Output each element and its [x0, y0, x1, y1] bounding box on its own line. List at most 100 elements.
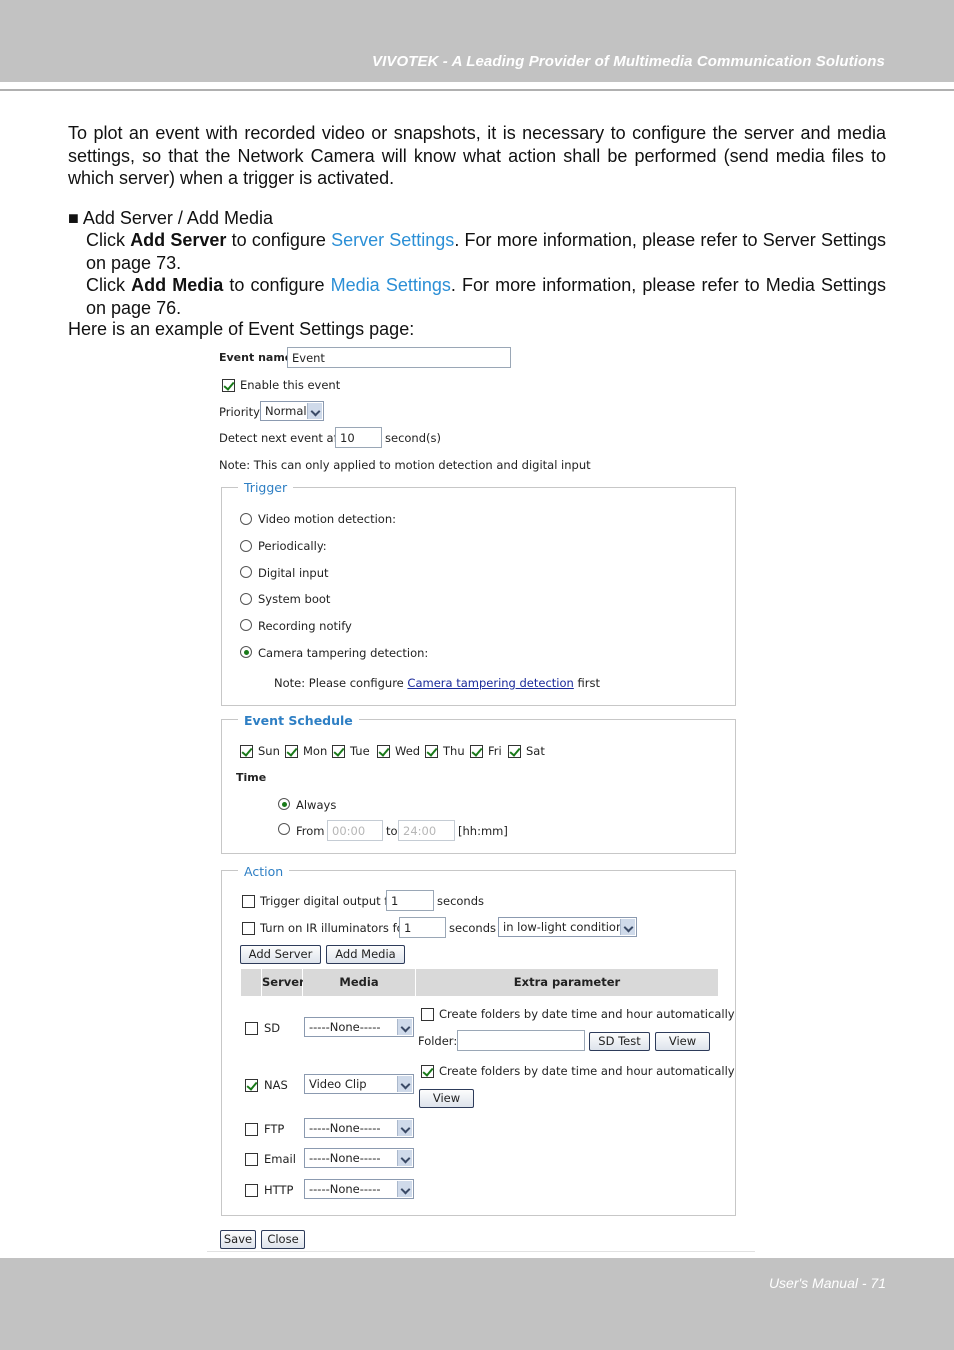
sd-create-folders-checkbox[interactable] [421, 1008, 434, 1021]
priority-label: Priority: [219, 405, 263, 419]
from-time-input[interactable]: 00:00 [327, 820, 383, 841]
trigger-radio-periodically[interactable] [240, 540, 252, 552]
media-select-email[interactable]: -----None----- [304, 1148, 414, 1168]
trigger-radio-system-boot[interactable] [240, 593, 252, 605]
day-checkbox-mon[interactable] [285, 745, 298, 758]
day-label: Sun [258, 744, 280, 758]
day-label: Wed [395, 744, 421, 758]
server-name: HTTP [264, 1183, 294, 1197]
day-checkbox-wed[interactable] [377, 745, 390, 758]
schedule-legend: Event Schedule [238, 713, 359, 728]
day-label: Tue [350, 744, 370, 758]
trigger-radio-camera-tampering[interactable] [240, 646, 252, 658]
note-text: Note: This can only applied to motion de… [219, 458, 591, 472]
media-select-http[interactable]: -----None----- [304, 1179, 414, 1199]
chevron-down-icon [397, 1150, 412, 1166]
chevron-down-icon [620, 919, 635, 935]
trigger-option-label: Camera tampering detection: [258, 646, 429, 660]
nas-create-folders-checkbox[interactable] [421, 1065, 434, 1078]
folder-input[interactable] [457, 1030, 585, 1051]
detect-label: Detect next event after [219, 431, 354, 445]
table-header-media: Media [303, 969, 415, 996]
trigger-option-label: Periodically: [258, 539, 327, 553]
nas-view-button[interactable]: View [419, 1089, 474, 1108]
save-button[interactable]: Save [220, 1230, 256, 1249]
sd-view-button[interactable]: View [655, 1032, 710, 1051]
chevron-down-icon [397, 1019, 412, 1035]
add-server-button[interactable]: Add Server [240, 945, 321, 964]
from-label: From [296, 824, 325, 838]
detect-interval-input[interactable]: 10 [335, 427, 382, 448]
media-value: -----None----- [309, 1182, 381, 1196]
always-radio[interactable] [278, 798, 290, 810]
trigger-option-label: System boot [258, 592, 331, 606]
priority-select[interactable]: Normal [260, 401, 324, 421]
day-label: Thu [443, 744, 465, 758]
create-folders-label: Create folders by date time and hour aut… [439, 1007, 735, 1021]
action-legend: Action [238, 864, 290, 879]
divider [207, 1251, 755, 1252]
sd-test-button[interactable]: SD Test [589, 1032, 650, 1051]
from-radio[interactable] [278, 823, 290, 835]
chevron-down-icon [397, 1120, 412, 1136]
table-header-extra: Extra parameter [416, 969, 718, 996]
ir-unit: seconds [449, 921, 497, 935]
media-value: -----None----- [309, 1151, 381, 1165]
day-checkbox-thu[interactable] [425, 745, 438, 758]
chevron-down-icon [307, 403, 322, 419]
server-name: NAS [264, 1078, 288, 1092]
event-name-label: Event name: [219, 351, 297, 364]
camera-tampering-link[interactable]: Camera tampering detection [407, 676, 573, 690]
add-media-button[interactable]: Add Media [326, 945, 405, 964]
trigger-option-label: Digital input [258, 566, 329, 580]
server-checkbox-nas[interactable] [245, 1079, 258, 1092]
ir-seconds-input[interactable]: 1 [399, 917, 446, 938]
day-label: Fri [488, 744, 502, 758]
trigger-option-label: Video motion detection: [258, 512, 396, 526]
time-unit: [hh:mm] [458, 824, 508, 838]
ir-condition-value: in low-light conditions [503, 920, 630, 934]
close-button[interactable]: Close [261, 1230, 305, 1249]
folder-label: Folder: [418, 1034, 458, 1048]
table-header-blank [241, 969, 261, 996]
enable-event-label: Enable this event [240, 378, 341, 392]
trigger-legend: Trigger [238, 480, 294, 495]
server-checkbox-sd[interactable] [245, 1022, 258, 1035]
trigger-do-checkbox[interactable] [242, 895, 255, 908]
event-settings-screenshot: Event name: Event Enable this event Prio… [0, 0, 954, 1258]
media-value: -----None----- [309, 1121, 381, 1135]
trigger-radio-digital-input[interactable] [240, 566, 252, 578]
ir-label: Turn on IR illuminators for [260, 921, 409, 935]
day-checkbox-sat[interactable] [508, 745, 521, 758]
day-checkbox-sun[interactable] [240, 745, 253, 758]
to-time-input[interactable]: 24:00 [398, 820, 455, 841]
day-checkbox-tue[interactable] [332, 745, 345, 758]
text: Note: Please configure [274, 676, 408, 690]
trigger-do-input[interactable]: 1 [386, 890, 434, 911]
media-value: -----None----- [309, 1020, 381, 1034]
day-checkbox-fri[interactable] [470, 745, 483, 758]
server-name: FTP [264, 1122, 285, 1136]
trigger-do-unit: seconds [437, 894, 485, 908]
media-value: Video Clip [309, 1077, 367, 1091]
time-label: Time [236, 771, 267, 784]
tampering-note: Note: Please configure Camera tampering … [274, 676, 600, 690]
day-label: Sat [526, 744, 545, 758]
ir-condition-select[interactable]: in low-light conditions [498, 917, 637, 937]
media-select-sd[interactable]: -----None----- [304, 1017, 414, 1037]
page-number: User's Manual - 71 [768, 1275, 886, 1291]
trigger-radio-video-motion[interactable] [240, 513, 252, 525]
server-checkbox-ftp[interactable] [245, 1123, 258, 1136]
server-name: SD [264, 1021, 281, 1035]
media-select-nas[interactable]: Video Clip [304, 1074, 414, 1094]
trigger-do-label: Trigger digital output for [260, 894, 401, 908]
priority-value: Normal [265, 404, 307, 418]
server-checkbox-http[interactable] [245, 1184, 258, 1197]
table-header-server: Server [262, 969, 305, 996]
server-checkbox-email[interactable] [245, 1153, 258, 1166]
trigger-radio-recording-notify[interactable] [240, 619, 252, 631]
media-select-ftp[interactable]: -----None----- [304, 1118, 414, 1138]
ir-checkbox[interactable] [242, 922, 255, 935]
enable-event-checkbox[interactable] [222, 379, 235, 392]
event-name-input[interactable]: Event [287, 347, 511, 368]
